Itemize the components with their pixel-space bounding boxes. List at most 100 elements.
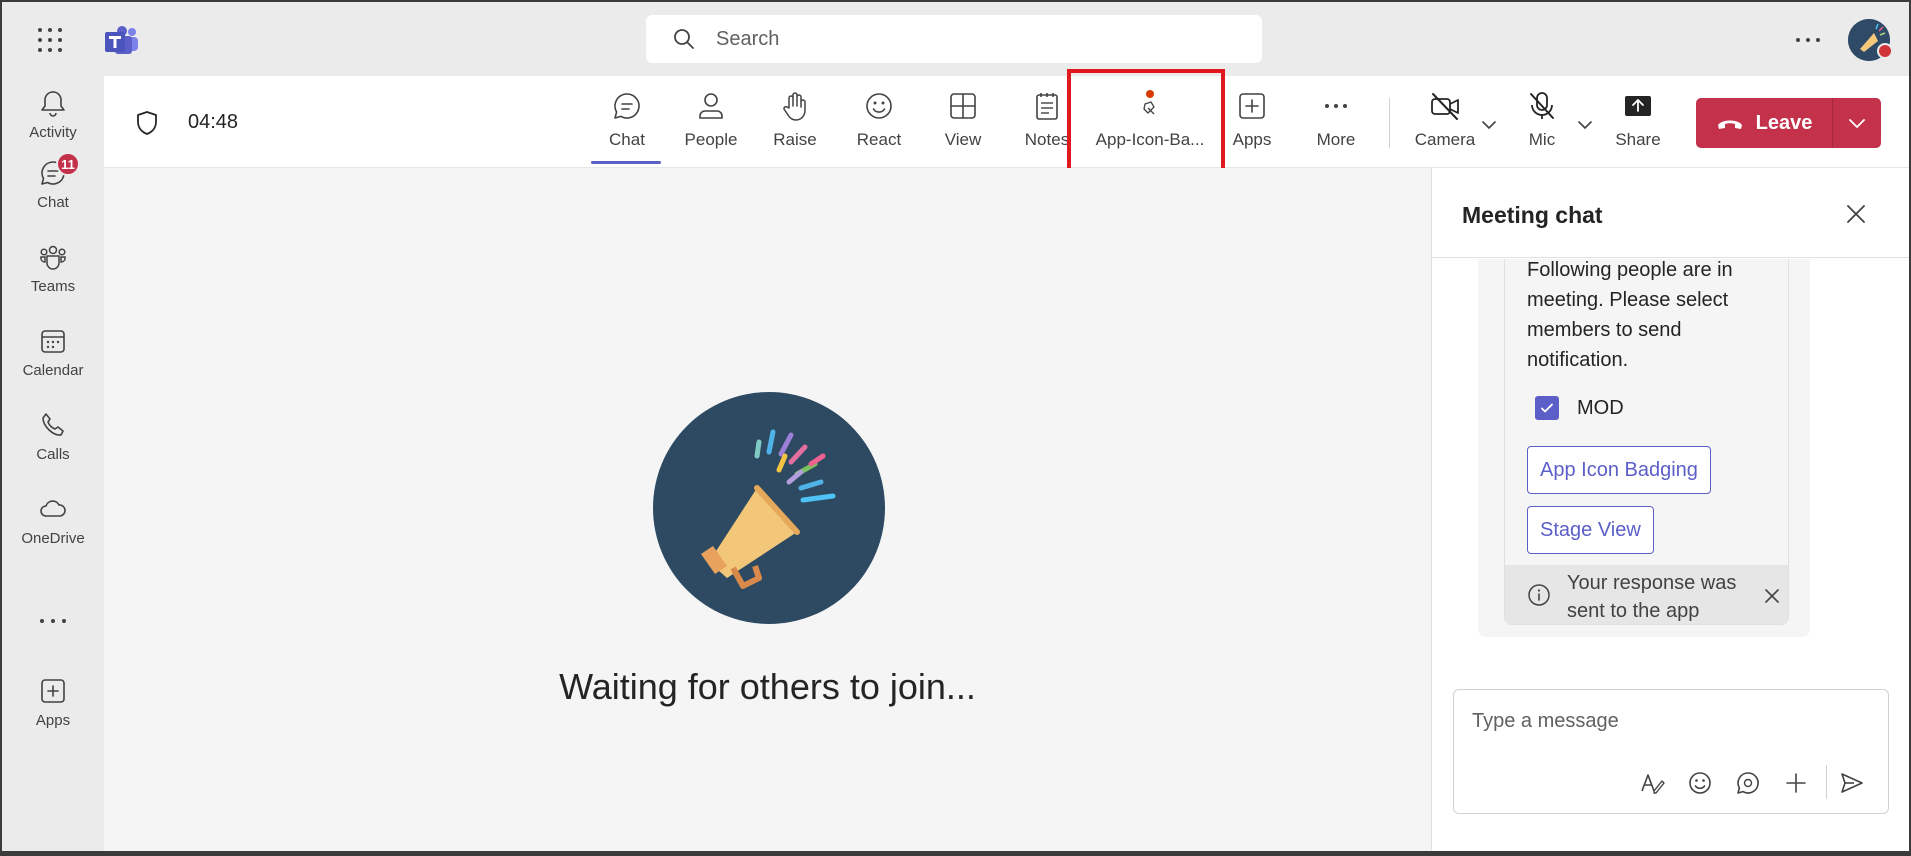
teams-icon [40, 245, 66, 270]
chat-icon [614, 93, 640, 119]
checkbox-label: MOD [1577, 396, 1624, 419]
dismiss-icon[interactable] [1763, 587, 1781, 605]
people-button[interactable]: People [672, 90, 750, 154]
more-icon [1325, 104, 1347, 108]
rail-item-label: Calls [36, 446, 70, 463]
card-body-text: Following people are in meeting. Please … [1527, 259, 1733, 371]
search-icon [674, 29, 694, 49]
meeting-chat-panel: Meeting chat Following people are in mee… [1431, 168, 1909, 851]
panel-header: Meeting chat [1432, 168, 1909, 258]
meeting-timer: 04:48 [188, 111, 239, 133]
rail-item-teams[interactable]: Teams [2, 242, 104, 312]
compose-placeholder: Type a message [1472, 710, 1619, 732]
chat-button-label: Chat [609, 130, 645, 149]
member-checkbox-row[interactable]: MOD [1535, 396, 1624, 420]
app-icon-badging-card-button[interactable]: App Icon Badging [1527, 446, 1711, 494]
leave-button[interactable]: Leave [1696, 98, 1833, 148]
camera-off-icon [1431, 93, 1459, 120]
app-badge-icon [1143, 90, 1155, 115]
rail-item-calls[interactable]: Calls [2, 410, 104, 480]
chevron-down-icon [1849, 119, 1865, 129]
app-icon-badging-label: App-Icon-Ba... [1095, 130, 1205, 149]
toolbar-divider [1389, 98, 1390, 148]
more-button[interactable]: More [1297, 90, 1375, 154]
react-button-label: React [856, 130, 902, 149]
rail-item-label: Apps [35, 712, 71, 729]
more-button-label: More [1316, 130, 1356, 149]
camera-button[interactable]: Camera [1406, 90, 1484, 154]
notes-button[interactable]: Notes [1008, 90, 1086, 154]
loop-component-icon[interactable] [1734, 769, 1762, 797]
raise-button-label: Raise [773, 130, 817, 149]
compose-box[interactable]: Type a message [1453, 689, 1889, 814]
camera-options-chevron-icon[interactable] [1480, 116, 1498, 134]
apps-button[interactable]: Apps [1213, 90, 1291, 154]
chat-unread-badge: 11 [56, 152, 80, 176]
camera-button-label: Camera [1414, 130, 1476, 149]
teams-window: Search Activity 11 Chat Teams Calendar C… [2, 2, 1909, 851]
leave-options-button[interactable] [1833, 98, 1881, 148]
rail-item-label: Chat [37, 194, 69, 211]
rail-item-apps[interactable]: Apps [2, 676, 104, 746]
compose-divider [1826, 765, 1827, 799]
search-box[interactable]: Search [646, 15, 1262, 63]
leave-button-group: Leave [1696, 98, 1881, 148]
rail-item-label: Calendar [22, 362, 84, 379]
view-button[interactable]: View [924, 90, 1002, 154]
info-icon [1528, 584, 1550, 606]
rail-item-chat[interactable]: 11 Chat [2, 152, 104, 228]
teams-logo-icon [105, 26, 138, 54]
meeting-stage: Waiting for others to join... [104, 168, 1431, 851]
adaptive-card: Following people are in meeting. Please … [1504, 259, 1789, 625]
app-rail: Activity 11 Chat Teams Calendar Calls On… [2, 76, 104, 851]
avatar[interactable] [1848, 19, 1893, 61]
app-icon-badging-button[interactable]: App-Icon-Ba... [1088, 90, 1212, 154]
megaphone-illustration [653, 392, 885, 624]
add-app-icon [1239, 93, 1265, 119]
apps-button-label: Apps [1232, 130, 1272, 149]
smiley-icon [866, 93, 892, 119]
mic-button-label: Mic [1528, 130, 1556, 149]
checkbox-checked[interactable] [1535, 396, 1559, 420]
person-icon [699, 93, 723, 119]
toast-text: Your response was sent to the app [1567, 572, 1737, 622]
calendar-icon [41, 330, 65, 353]
chat-button[interactable]: Chat [588, 90, 666, 154]
cloud-icon [40, 500, 66, 517]
megaphone-icon [701, 429, 836, 589]
share-button[interactable]: Share [1599, 90, 1677, 154]
panel-title: Meeting chat [1462, 202, 1603, 228]
share-button-label: Share [1615, 130, 1661, 149]
rail-item-calendar[interactable]: Calendar [2, 326, 104, 396]
view-button-label: View [944, 130, 982, 149]
mic-options-chevron-icon[interactable] [1576, 116, 1594, 134]
checkmark-icon [1541, 403, 1553, 413]
format-icon[interactable] [1638, 769, 1666, 797]
search-placeholder: Search [716, 27, 780, 50]
shield-icon [137, 111, 157, 135]
response-toast: Your response was sent to the app [1505, 565, 1788, 624]
send-icon[interactable] [1838, 769, 1866, 797]
presence-busy-icon [1877, 43, 1893, 59]
rail-item-label: OneDrive [21, 530, 85, 547]
rail-item-label: Teams [30, 278, 76, 295]
stage-view-card-button[interactable]: Stage View [1527, 506, 1654, 554]
plus-icon[interactable] [1782, 769, 1810, 797]
emoji-icon[interactable] [1686, 769, 1714, 797]
react-button[interactable]: React [840, 90, 918, 154]
people-button-label: People [684, 130, 738, 149]
close-icon[interactable] [1844, 202, 1868, 226]
mic-button[interactable]: Mic [1503, 90, 1581, 154]
rail-item-activity[interactable]: Activity [2, 88, 104, 158]
share-screen-icon [1625, 96, 1651, 116]
notes-button-label: Notes [1024, 130, 1070, 149]
hand-icon [783, 92, 806, 121]
more-apps-icon[interactable] [40, 619, 66, 625]
app-launcher-icon[interactable] [36, 26, 64, 54]
settings-more-icon[interactable] [1794, 26, 1822, 54]
add-app-icon [41, 679, 65, 703]
raise-hand-button[interactable]: Raise [756, 90, 834, 154]
rail-item-onedrive[interactable]: OneDrive [2, 494, 104, 564]
grid-view-icon [950, 93, 976, 119]
meeting-toolbar: 04:48 Chat People Raise React View Notes… [104, 69, 1909, 187]
